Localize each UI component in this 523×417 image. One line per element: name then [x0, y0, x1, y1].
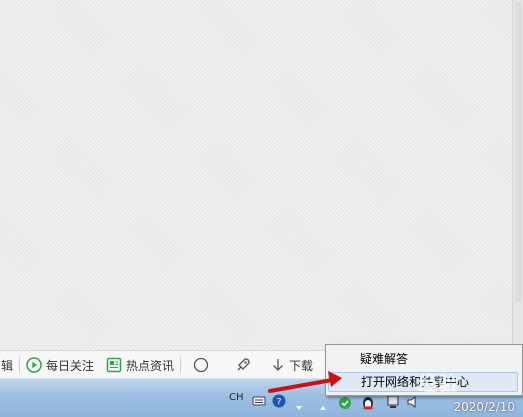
watermark-text: 经验	[418, 374, 459, 395]
speaker-icon[interactable]	[406, 394, 420, 408]
scrollbar-thumb[interactable]	[515, 2, 522, 302]
red-annotation-arrow-icon	[268, 371, 342, 393]
partial-menu-item[interactable]: 辑	[0, 351, 19, 379]
network-icon[interactable]	[386, 394, 400, 408]
compass-icon	[193, 357, 209, 373]
partial-label: 辑	[1, 358, 14, 373]
daily-focus-label: 每日关注	[46, 358, 95, 373]
troubleshoot-menu-item[interactable]: 疑难解答	[328, 349, 518, 369]
compass-button[interactable]	[181, 351, 225, 379]
hot-news-button[interactable]: 热点资讯	[100, 351, 180, 379]
hot-news-label: 热点资讯	[126, 358, 175, 373]
play-circle-icon	[26, 357, 42, 373]
input-language-indicator[interactable]: CH	[229, 392, 244, 403]
browser-content-area	[0, 0, 523, 350]
daily-focus-button[interactable]: 每日关注	[20, 351, 100, 379]
rocket-icon	[235, 357, 251, 373]
vertical-scrollbar[interactable]	[512, 0, 523, 350]
qq-penguin-icon[interactable]	[360, 394, 374, 410]
taskbar-clock-date[interactable]: 2020/2/10	[453, 400, 515, 414]
news-icon	[106, 357, 122, 373]
